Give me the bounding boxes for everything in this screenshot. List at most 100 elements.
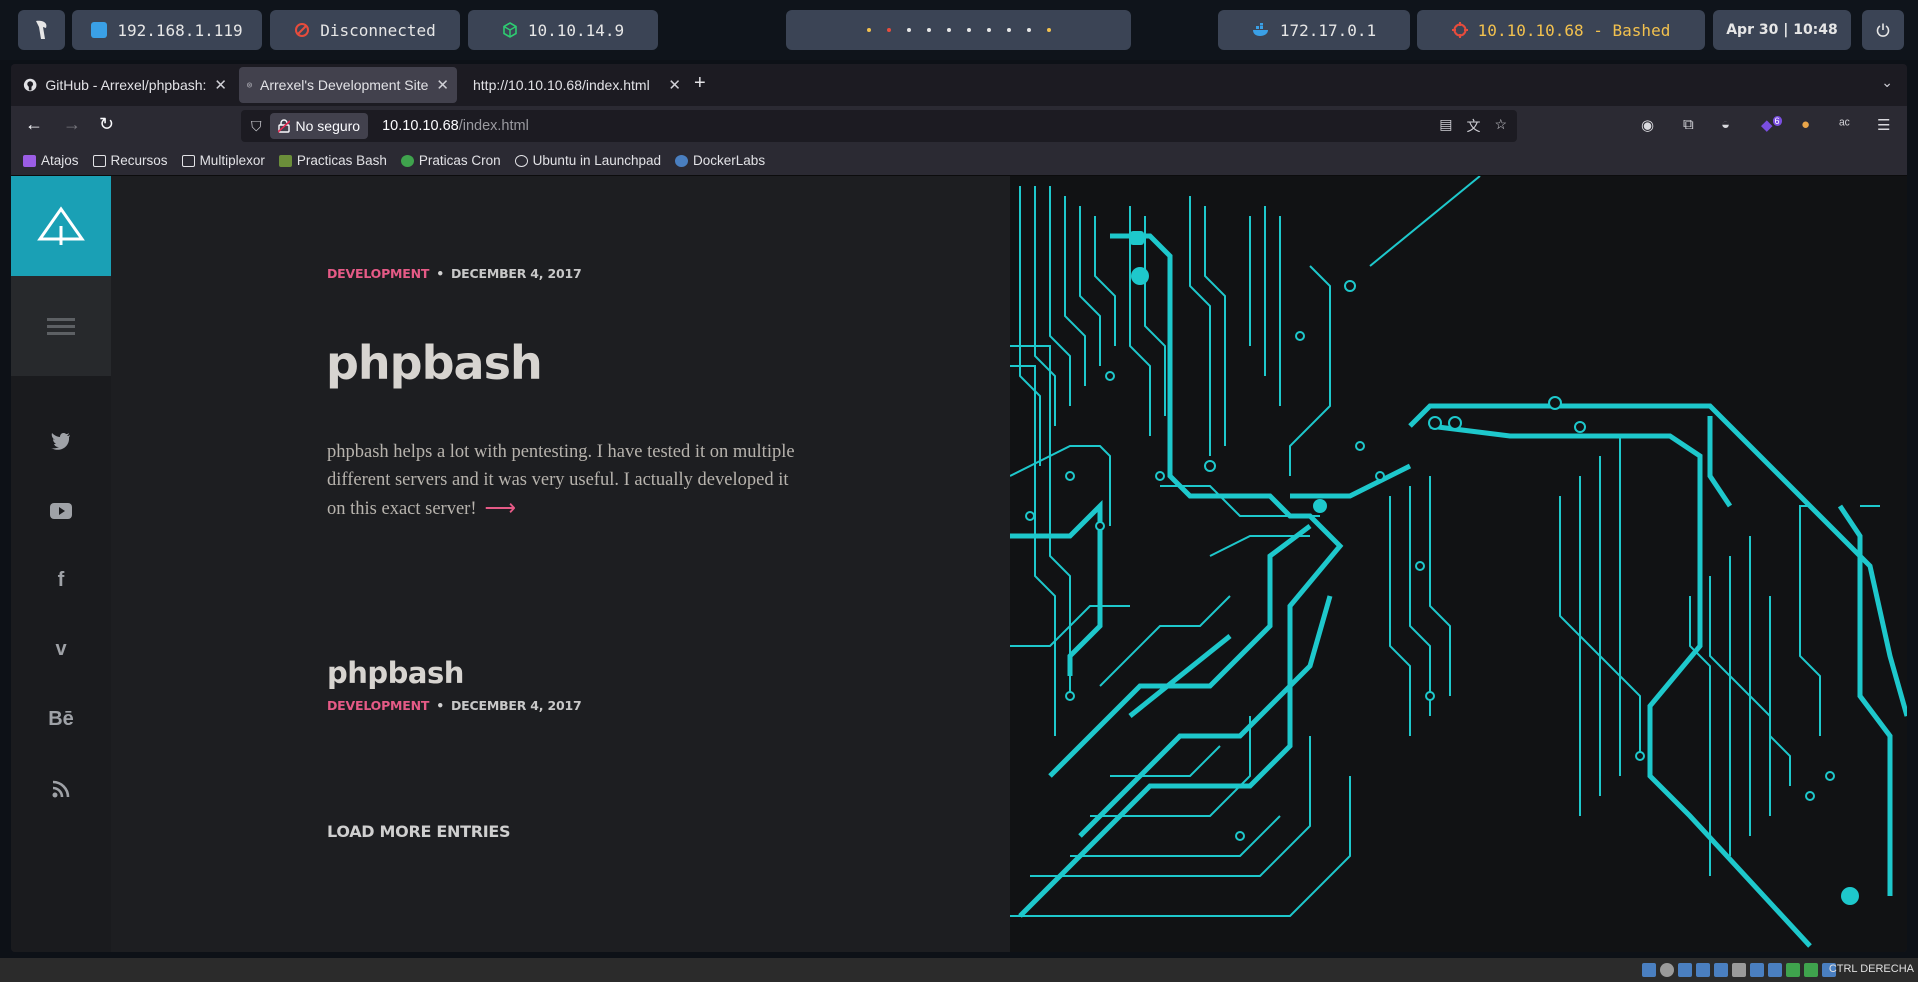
category-link[interactable]: Development — [327, 266, 429, 281]
close-icon[interactable]: ✕ — [436, 76, 449, 94]
url-bar[interactable]: ⛉ No seguro 10.10.10.68/index.html ▤ 文 ☆ — [241, 110, 1517, 142]
power-button[interactable] — [1862, 10, 1904, 50]
url-text[interactable]: 10.10.10.68/index.html — [382, 118, 529, 134]
docker-ip-widget[interactable]: 172.17.0.1 — [1218, 10, 1410, 50]
read-more-arrow-icon[interactable]: ⟶ — [484, 495, 516, 520]
bookmark-multiplexor[interactable]: Multiplexor — [181, 153, 265, 168]
distro-logo-button[interactable] — [18, 10, 65, 50]
facebook-icon[interactable]: f — [11, 569, 111, 592]
hamburger-icon — [47, 318, 75, 335]
tab-development-site[interactable]: Arrexel's Development Site ✕ — [239, 67, 457, 103]
audio-icon[interactable] — [1678, 963, 1692, 977]
bookmark-practicas-bash[interactable]: Practicas Bash — [278, 153, 387, 168]
post-title[interactable]: phpbash — [327, 656, 464, 690]
usb-icon[interactable] — [1714, 963, 1728, 977]
bookmark-star-icon[interactable]: ☆ — [1494, 116, 1507, 136]
local-ip-widget[interactable]: 192.168.1.119 — [72, 10, 262, 50]
vpn-status-widget[interactable]: Disconnected — [270, 10, 460, 50]
translate-icon[interactable]: 文 — [1466, 116, 1480, 136]
clock-widget[interactable]: Apr 30 | 10:48 — [1713, 10, 1851, 50]
hard-disk-icon[interactable] — [1642, 963, 1656, 977]
url-host: 10.10.10.68 — [382, 118, 459, 134]
account-icon[interactable]: ◉ — [1641, 116, 1654, 134]
vimeo-icon[interactable]: v — [11, 638, 111, 661]
hamburger-menu-icon[interactable]: ☰ — [1877, 116, 1890, 134]
navigation-toolbar: ← → ↻ ⛉ No seguro 10.10.10.68/index.html… — [11, 106, 1907, 146]
workspace-dot[interactable] — [866, 28, 871, 32]
cookie-editor-icon[interactable]: ● — [1801, 116, 1810, 133]
circuit-board-illustration — [1009, 176, 1907, 948]
network-adapter-icon[interactable] — [1696, 963, 1710, 977]
tab-label: Arrexel's Development Site — [260, 77, 429, 93]
list-all-tabs-button[interactable]: ⌄ — [1881, 74, 1893, 91]
wappalyzer-icon[interactable]: ◆ 6 — [1761, 116, 1782, 134]
workspace-switcher[interactable] — [786, 10, 1131, 50]
bookmark-label: Praticas Cron — [418, 153, 501, 168]
foxyproxy-icon[interactable]: ◒ — [1721, 116, 1730, 133]
vpn-ip-widget[interactable]: 10.10.14.9 — [468, 10, 658, 50]
tree-logo-icon — [37, 206, 85, 245]
forward-button[interactable]: → — [63, 114, 81, 135]
load-more-button[interactable]: Load more entries — [327, 822, 511, 841]
capture-icon[interactable] — [1768, 963, 1782, 977]
extensions-icon[interactable]: ⧉ — [1683, 116, 1694, 133]
display-icon[interactable] — [1750, 963, 1764, 977]
tab-label: http://10.10.10.68/index.html — [473, 77, 650, 93]
excerpt-text: phpbash helps a lot with pentesting. I h… — [327, 442, 795, 519]
bookmark-recursos[interactable]: Recursos — [92, 153, 168, 168]
shortcut-icon — [23, 154, 36, 167]
connection-not-secure-badge[interactable]: No seguro — [269, 113, 369, 139]
new-tab-button[interactable]: + — [694, 72, 706, 95]
optical-drive-icon[interactable] — [1660, 963, 1674, 977]
vm-status-icons — [1642, 963, 1836, 977]
behance-icon[interactable]: Bē — [11, 708, 111, 731]
cube-icon — [503, 22, 517, 38]
target-widget[interactable]: 10.10.10.68 - Bashed — [1417, 10, 1705, 50]
bookmark-atajos[interactable]: Atajos — [23, 153, 79, 168]
reader-view-icon[interactable]: ▤ — [1439, 116, 1452, 136]
post-title[interactable]: phpbash — [326, 336, 543, 390]
reload-button[interactable]: ↻ — [99, 114, 114, 135]
url-path: /index.html — [458, 118, 529, 134]
rss-icon[interactable] — [11, 780, 111, 804]
menu-toggle-button[interactable] — [11, 276, 111, 376]
back-button[interactable]: ← — [25, 114, 43, 135]
bookmark-ubuntu-launchpad[interactable]: Ubuntu in Launchpad — [514, 153, 662, 168]
workspace-dot[interactable] — [1006, 28, 1011, 32]
post-meta: Development • December 4, 2017 — [327, 266, 582, 281]
bookmark-label: Ubuntu in Launchpad — [532, 153, 662, 168]
workspace-dot[interactable] — [926, 28, 931, 32]
twitter-icon[interactable] — [11, 432, 111, 456]
workspace-dot[interactable] — [1046, 28, 1051, 32]
youtube-icon[interactable] — [11, 502, 111, 525]
bookmarks-toolbar: Atajos Recursos Multiplexor Practicas Ba… — [11, 146, 1907, 176]
bookmark-label: Recursos — [110, 153, 168, 168]
workspace-dot[interactable] — [906, 28, 911, 32]
vm-status-bar: CTRL DERECHA — [0, 958, 1918, 982]
circuit-board-hero-image — [1009, 176, 1907, 952]
bookmark-praticas-cron[interactable]: Praticas Cron — [400, 153, 501, 168]
workspace-dot[interactable] — [1026, 28, 1031, 32]
bash-icon — [278, 154, 292, 167]
shared-folder-icon[interactable] — [1732, 963, 1746, 977]
workspace-dot[interactable] — [886, 28, 891, 32]
tab-label: GitHub - Arrexel/phpbash: — [45, 77, 207, 93]
local-ip-text: 192.168.1.119 — [117, 20, 243, 40]
site-logo[interactable] — [11, 176, 111, 276]
mouse-integration-icon[interactable] — [1804, 963, 1818, 977]
cpu-icon[interactable] — [1786, 963, 1800, 977]
bookmark-dockerlabs[interactable]: DockerLabs — [675, 153, 765, 168]
close-icon[interactable]: ✕ — [668, 76, 681, 94]
tab-github[interactable]: GitHub - Arrexel/phpbash: ✕ — [15, 67, 235, 103]
user-agent-icon[interactable]: ᵃᶜ — [1839, 116, 1850, 133]
post-date: December 4, 2017 — [451, 698, 582, 713]
cron-icon — [400, 154, 414, 167]
close-icon[interactable]: ✕ — [214, 76, 227, 94]
shield-icon[interactable]: ⛉ — [251, 118, 262, 135]
category-link[interactable]: Development — [327, 698, 429, 713]
workspace-dot[interactable] — [986, 28, 991, 32]
tab-index-html[interactable]: http://10.10.10.68/index.html ✕ — [463, 67, 689, 103]
site-sidebar: f v Bē — [11, 176, 111, 952]
workspace-dot[interactable] — [966, 28, 971, 32]
workspace-dot[interactable] — [946, 28, 951, 32]
